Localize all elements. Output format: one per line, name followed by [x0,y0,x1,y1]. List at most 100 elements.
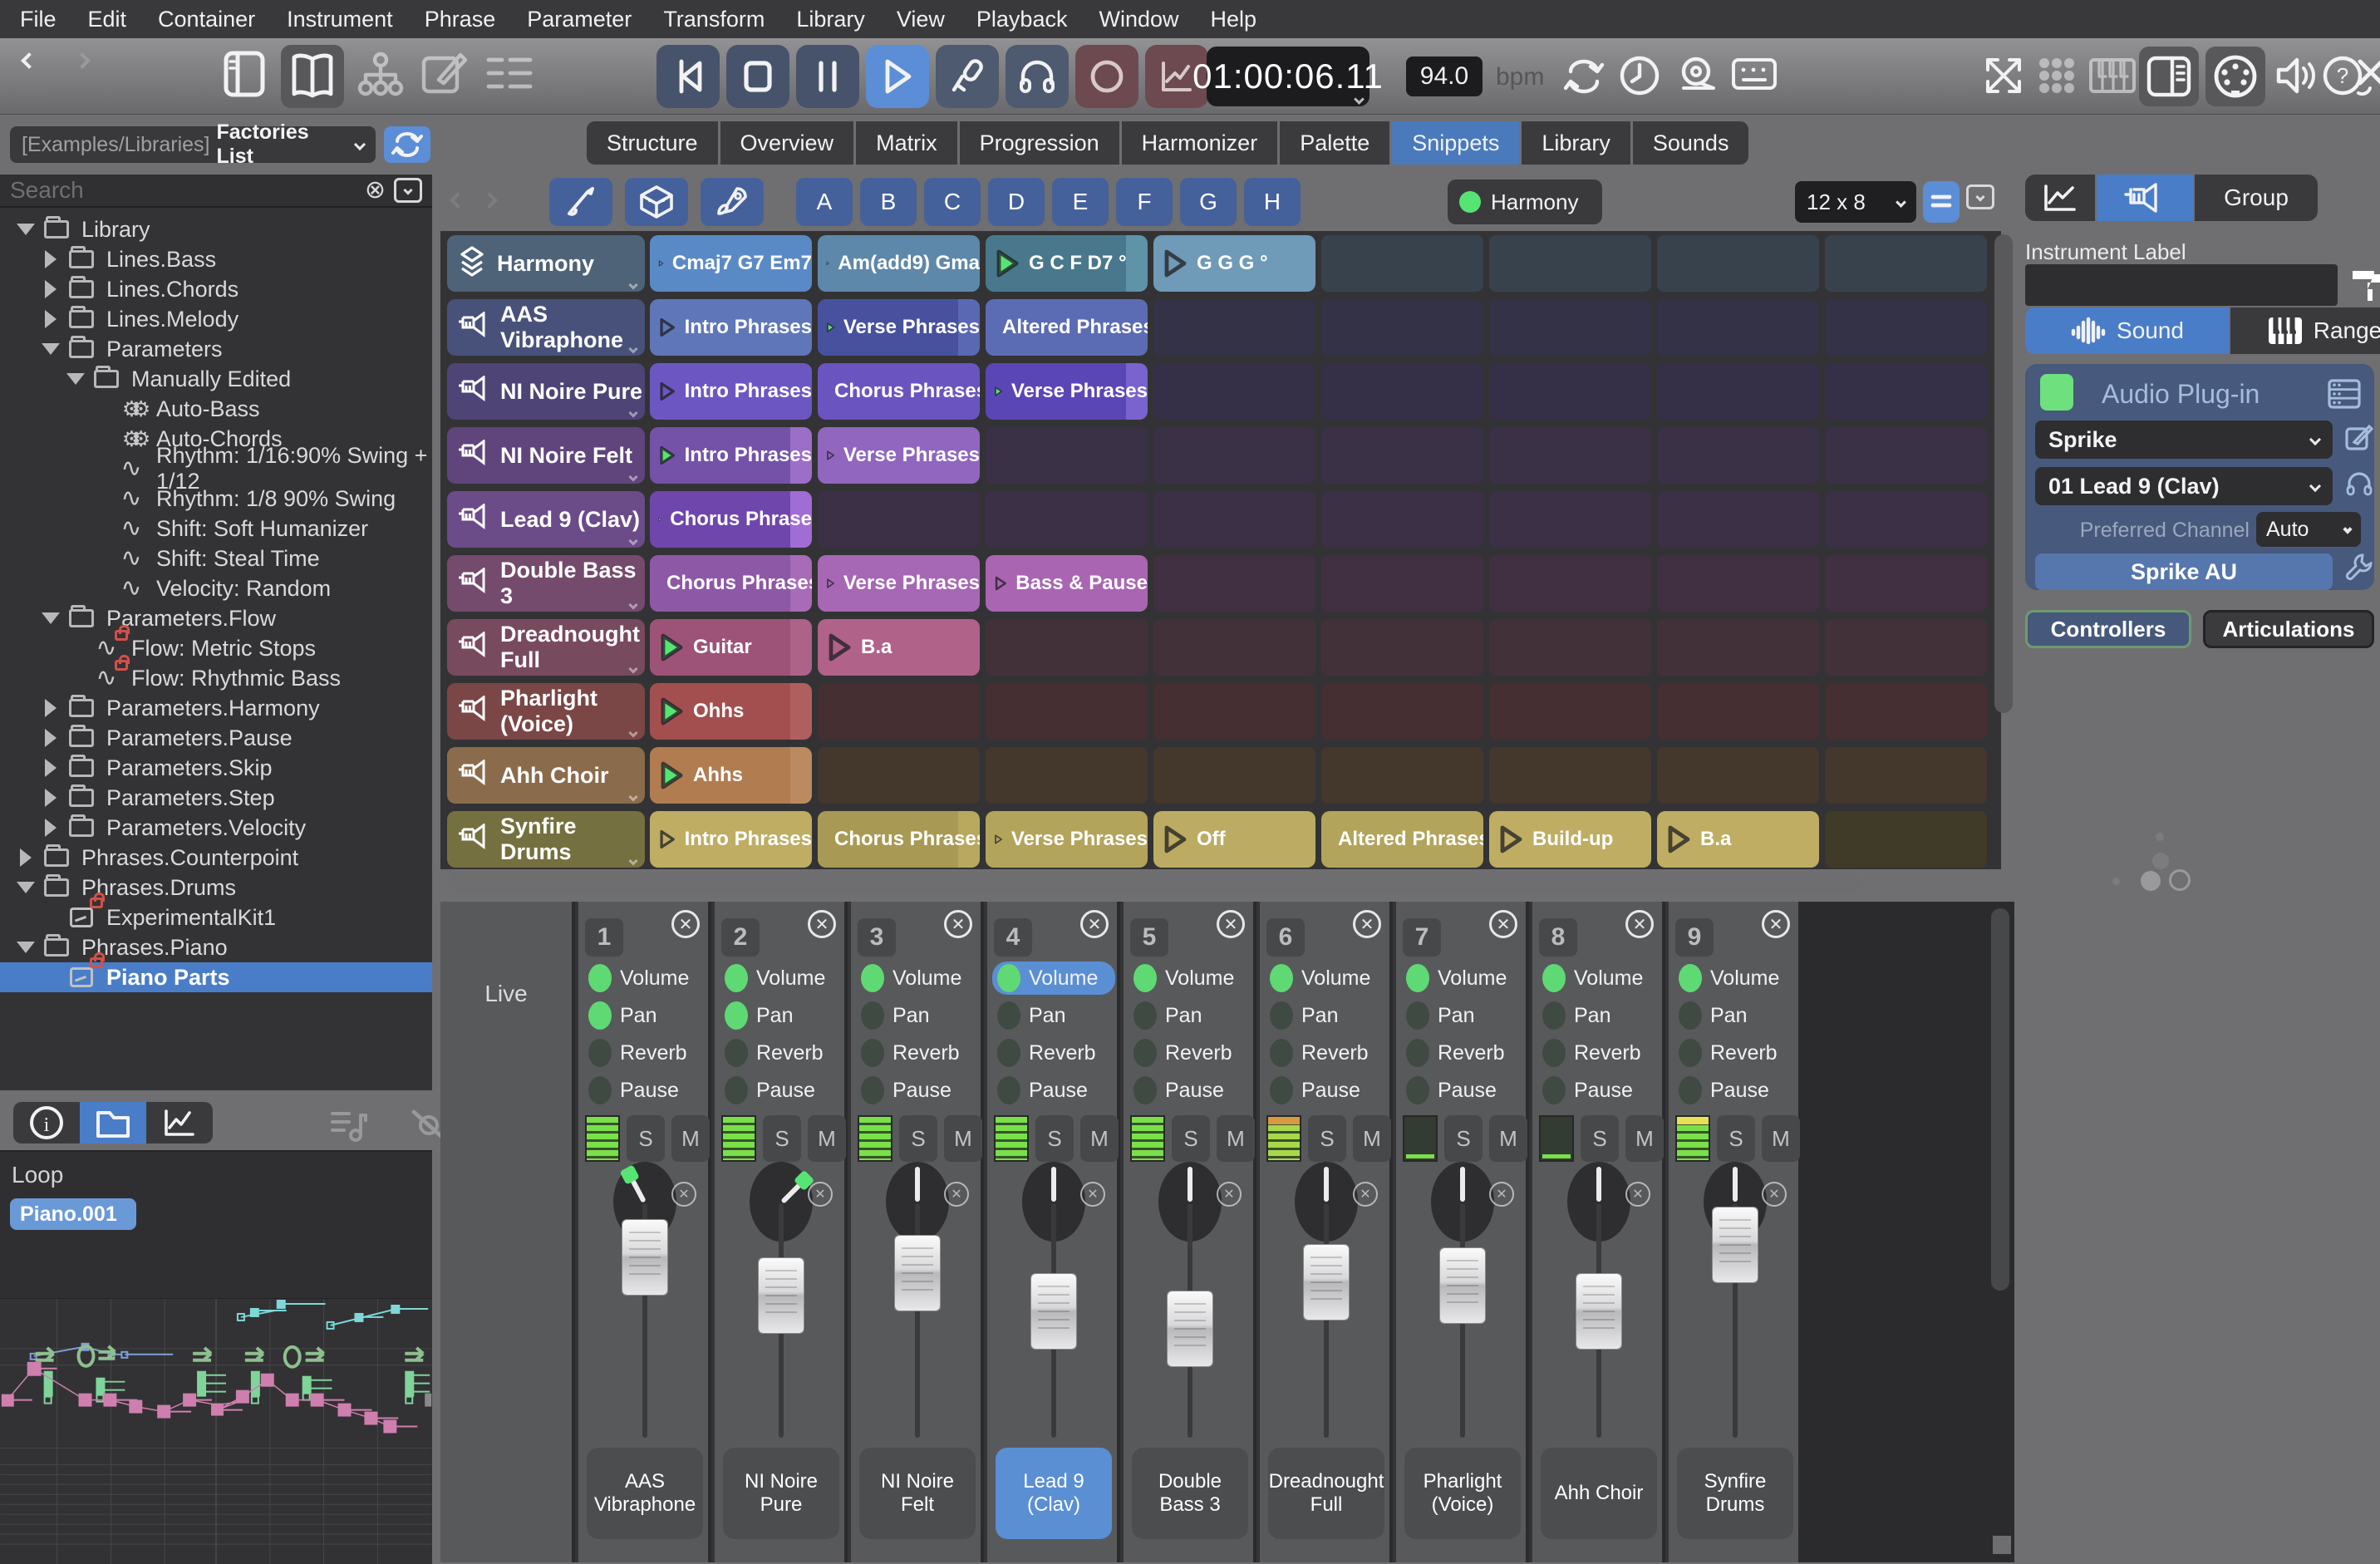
channel-close-icon[interactable]: ✕ [1080,910,1109,938]
snippet-cell-empty[interactable] [1489,299,1651,356]
plugin-open-button[interactable]: Sprike AU [2035,553,2333,590]
snippet-cell-empty[interactable] [1489,747,1651,804]
toggle-pan[interactable]: Pan [992,999,1115,1032]
loop-icon[interactable] [1561,53,1607,100]
snippet-cell[interactable]: Bass & Pause [986,555,1148,612]
tab-overview[interactable]: Overview [720,121,854,165]
tree-arrow-down-icon[interactable] [37,343,65,355]
harmony-selector[interactable]: Harmony [1448,180,1602,224]
preset-select[interactable]: 01 Lead 9 (Clav) [2035,467,2333,505]
toggle-volume[interactable]: Volume [1537,962,1660,995]
tree-arrow-down-icon[interactable] [12,942,40,953]
tree-arrow-right-icon[interactable] [37,759,65,777]
snippet-cell-empty[interactable] [1321,299,1483,356]
menu-item-file[interactable]: File [20,7,57,32]
menu-item-window[interactable]: Window [1099,7,1178,32]
tab-sounds[interactable]: Sounds [1633,121,1749,165]
tree-arrow-down-icon[interactable] [37,612,65,624]
toggle-volume[interactable]: Volume [1265,962,1388,995]
fader-handle[interactable] [1030,1273,1077,1350]
tab-structure[interactable]: Structure [587,121,718,165]
snippet-cell[interactable]: Verse Phrases [986,363,1148,420]
snippet-cell[interactable]: B.a [818,619,980,676]
snippet-cell-empty[interactable] [1657,427,1819,484]
tree-item[interactable]: ExperimentalKit1 [0,902,432,932]
tree-arrow-right-icon[interactable] [37,310,65,328]
snippet-cell-empty[interactable] [1825,683,1987,740]
snippet-cell-empty[interactable] [1657,683,1819,740]
grid-dots-icon[interactable] [2034,53,2079,98]
tab-palette[interactable]: Palette [1280,121,1389,165]
piano-keyboard-icon[interactable] [2087,57,2137,95]
articulations-button[interactable]: Articulations [2203,610,2374,648]
snippet-cell[interactable]: Altered Phrases [986,299,1148,356]
fader-reset-icon[interactable]: ✕ [671,1182,696,1207]
tree-item[interactable]: ∿Flow: Metric Stops [0,633,432,663]
toggle-pan[interactable]: Pan [856,999,979,1032]
fader-reset-icon[interactable]: ✕ [1762,1182,1787,1207]
record-audio-button[interactable] [1075,45,1138,108]
grid-size-select[interactable]: 12 x 8 [1795,181,1916,223]
menu-item-library[interactable]: Library [796,7,865,32]
snippet-cell-empty[interactable] [1657,235,1819,292]
snippet-cell-empty[interactable] [1825,235,1987,292]
brush-tool-button[interactable] [549,178,612,226]
snippet-cell-empty[interactable] [1153,427,1315,484]
toggle-volume[interactable]: Volume [856,962,979,995]
snippet-cell-empty[interactable] [986,683,1148,740]
channel-name[interactable]: NI Noire Felt [859,1448,976,1539]
bpm-field[interactable]: 94.0 [1406,57,1483,96]
rack-icon[interactable] [2326,377,2363,411]
group-view-button[interactable]: Group [2195,175,2318,221]
horizontal-scrollbar[interactable] [449,871,1861,893]
solo-button[interactable]: S [627,1115,665,1162]
channel-name[interactable]: Double Bass 3 [1132,1448,1248,1539]
side-panel-icon[interactable] [2139,47,2199,106]
tree-item[interactable]: Parameters.Flow [0,603,432,633]
tree-item[interactable]: Parameters.Pause [0,723,432,753]
play-icon[interactable] [1497,824,1524,855]
sound-tab[interactable]: Sound [2025,307,2229,354]
snippet-row-label[interactable]: Double Bass 3 [447,555,645,612]
toggle-pan[interactable]: Pan [1129,999,1251,1032]
solo-button[interactable]: S [763,1115,801,1162]
toggle-pan[interactable]: Pan [720,999,843,1032]
play-icon[interactable] [826,568,835,599]
paint-roller-icon[interactable] [2348,264,2380,306]
tree-item[interactable]: Parameters.Velocity [0,813,432,843]
mute-button[interactable]: M [1625,1115,1664,1162]
snippet-cell-empty[interactable] [1825,747,1987,804]
tree-item[interactable]: Phrases.Counterpoint [0,843,432,873]
snippet-letter-G[interactable]: G [1180,178,1237,226]
tree-arrow-right-icon[interactable] [37,250,65,268]
channel-close-icon[interactable]: ✕ [671,910,700,938]
snippet-cell[interactable]: Verse Phrases [818,299,980,356]
dice-tool-button[interactable] [625,178,688,226]
toggle-volume[interactable]: Volume [992,962,1115,995]
mute-button[interactable]: M [1080,1115,1119,1162]
tree-item[interactable]: Parameters [0,334,432,364]
tree-item[interactable]: ∿Rhythm: 1/8 90% Swing [0,484,432,514]
tab-progression[interactable]: Progression [960,121,1119,165]
play-icon[interactable] [1162,824,1188,855]
snippet-cell[interactable]: Chorus Phrase [650,491,812,548]
toggle-pause[interactable]: Pause [583,1074,706,1107]
sidebar-view-icon[interactable] [223,50,266,98]
menu-item-transform[interactable]: Transform [663,7,765,32]
tab-snippets[interactable]: Snippets [1392,121,1519,165]
fader-handle[interactable] [1303,1244,1350,1321]
toggle-pan[interactable]: Pan [1674,999,1797,1032]
snippet-cell[interactable]: Ahhs [650,747,812,804]
play-icon[interactable] [658,824,676,855]
snippet-cell-empty[interactable] [1657,555,1819,612]
channel-close-icon[interactable]: ✕ [1625,910,1654,938]
mute-button[interactable]: M [944,1115,982,1162]
toggle-pause[interactable]: Pause [1401,1074,1524,1107]
snippet-letter-E[interactable]: E [1052,178,1109,226]
snippet-back-icon[interactable] [450,192,466,209]
snippet-cell-empty[interactable] [1825,811,1987,868]
mute-button[interactable]: M [1762,1115,1800,1162]
snippet-cell-empty[interactable] [1321,683,1483,740]
mute-button[interactable]: M [1353,1115,1391,1162]
snippet-cell-empty[interactable] [986,491,1148,548]
